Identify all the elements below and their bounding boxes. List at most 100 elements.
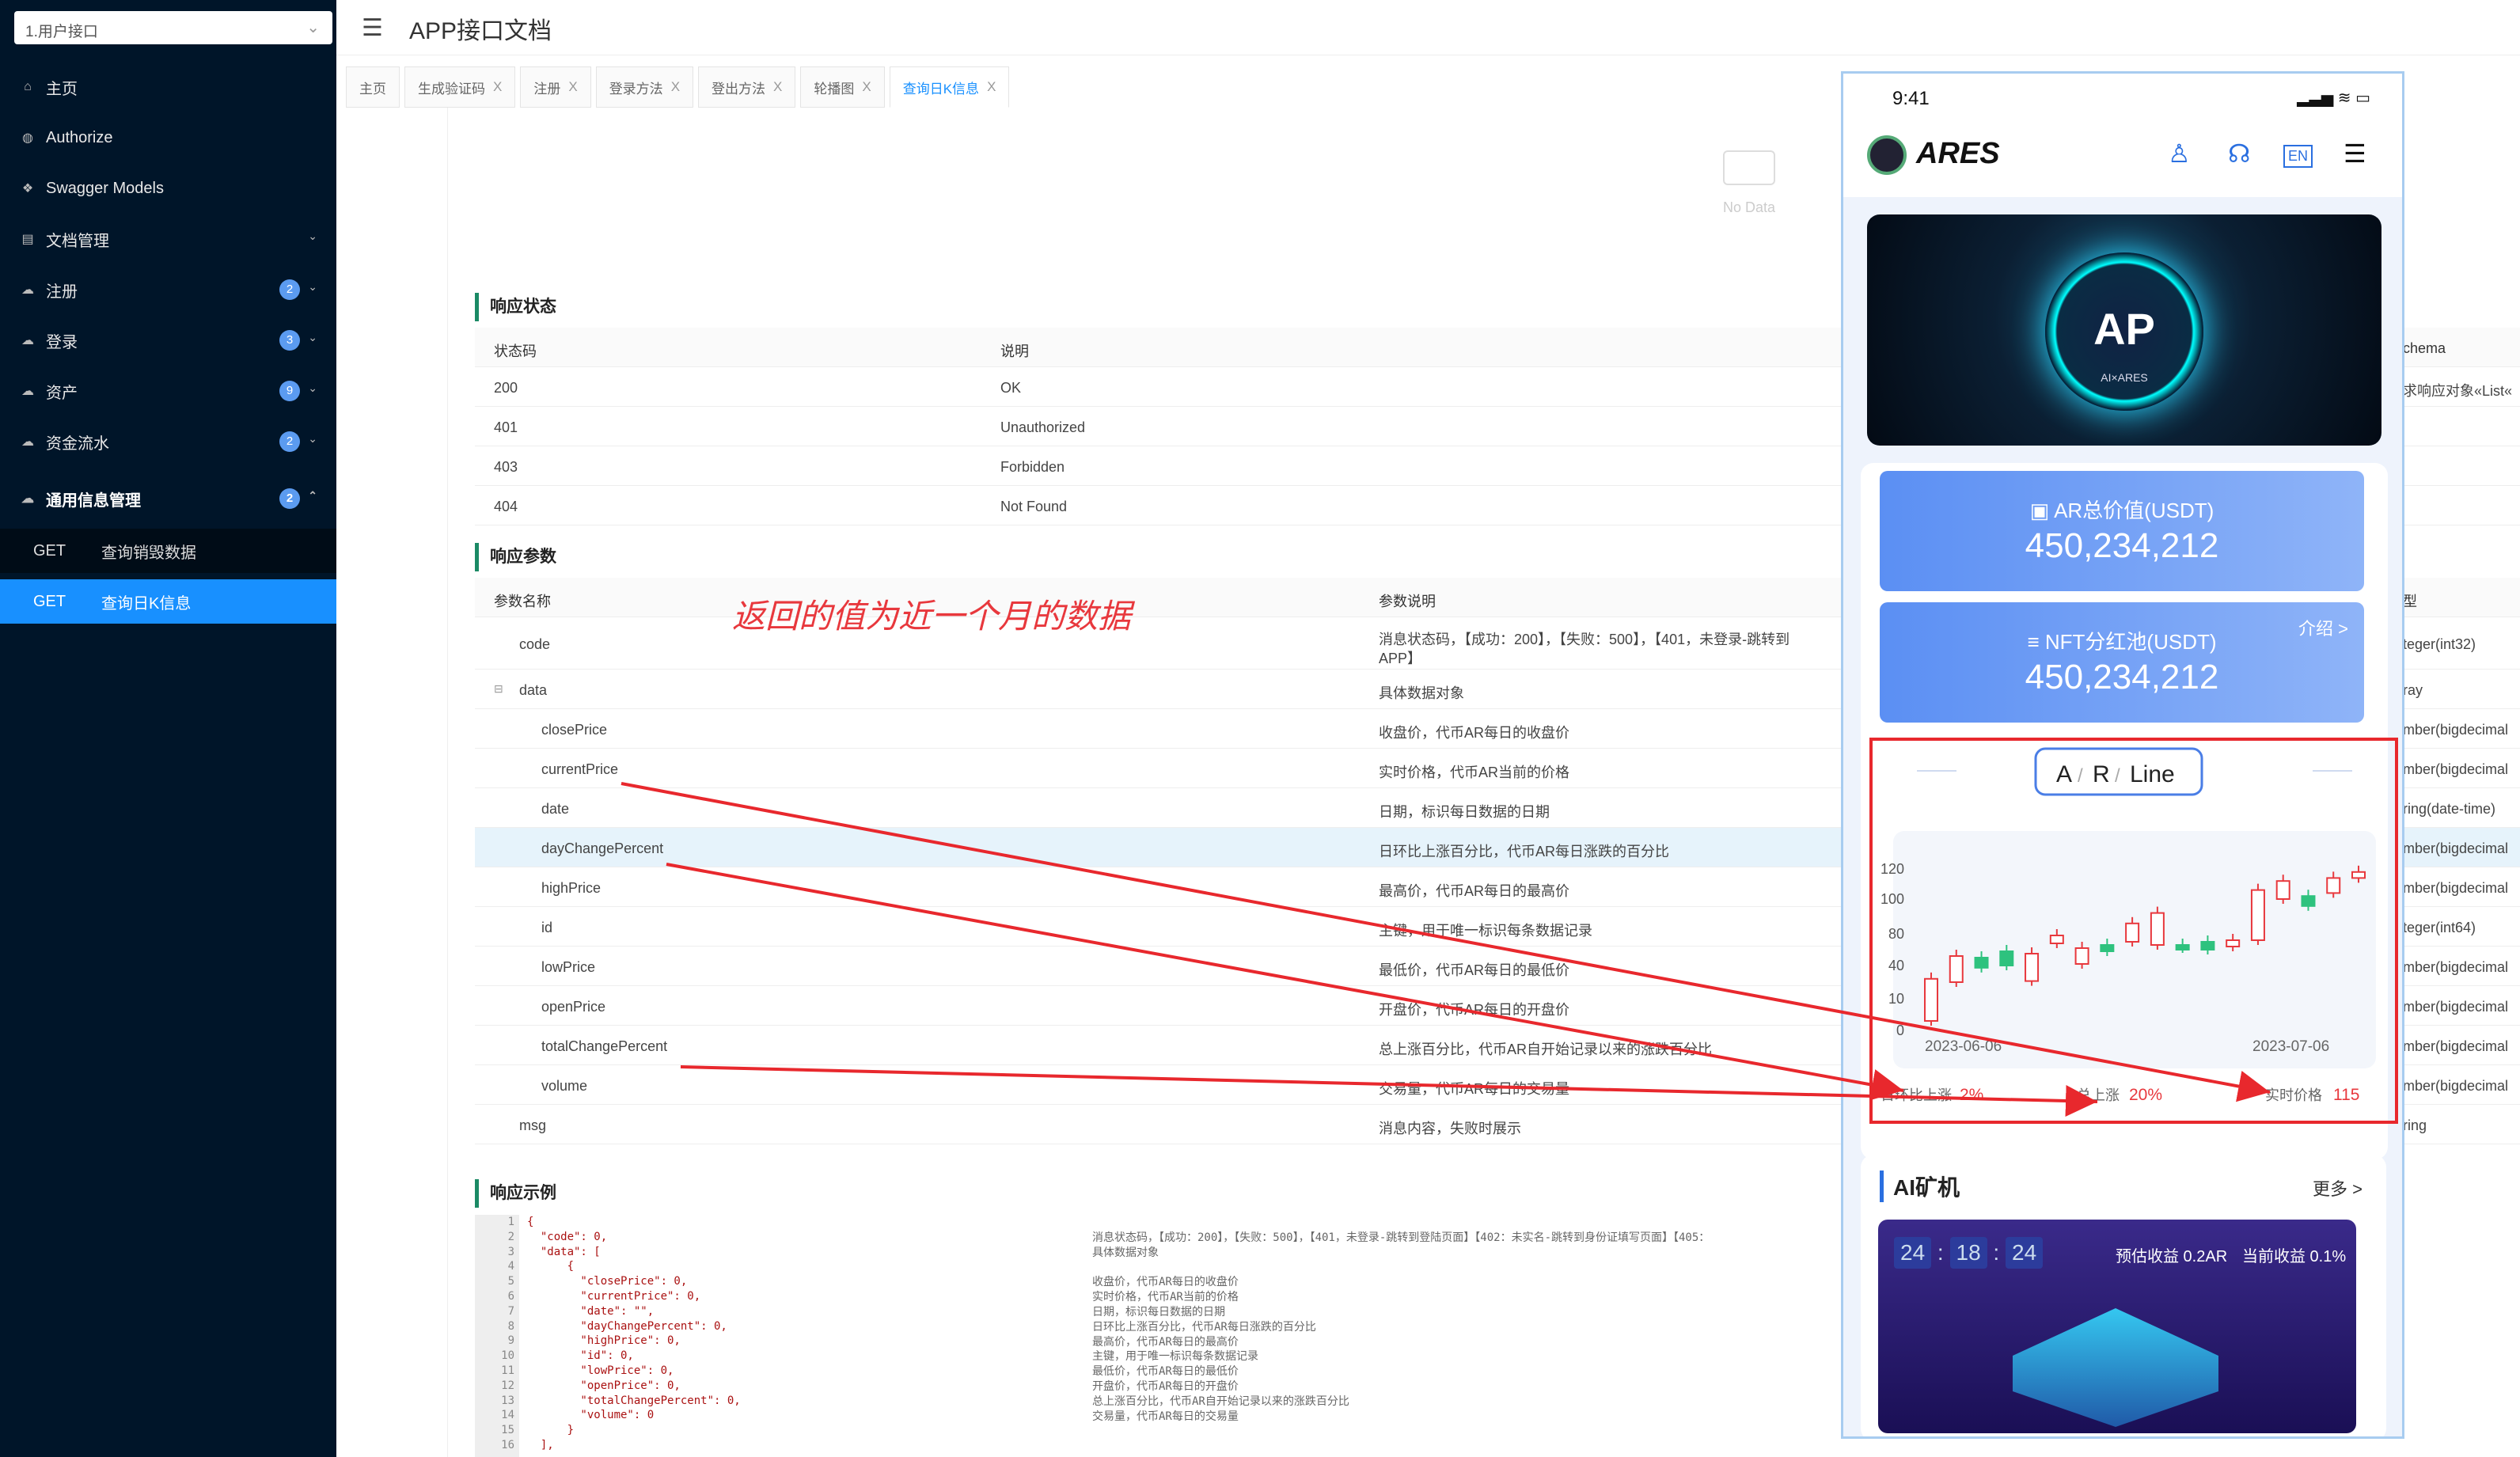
close-icon[interactable]: X (987, 79, 996, 95)
param-desc: 日期，标识每日数据的日期 (1379, 804, 1550, 820)
tab-carousel[interactable]: 轮播图 X (800, 66, 885, 108)
banner-image[interactable]: AP AI×ARES (1867, 214, 2381, 446)
logo-icon (1867, 135, 1907, 175)
timer-seconds: 24 (2006, 1237, 2044, 1269)
param-type: ray (2403, 682, 2423, 698)
tab-label: 注册 (533, 81, 561, 97)
col-header: 参数名称 (494, 594, 551, 609)
param-type: mber(bigdecimal (2403, 959, 2509, 975)
banner-label: AI×ARES (2101, 371, 2148, 384)
empty-state: No Data (1717, 150, 1781, 216)
count-badge: 3 (279, 330, 300, 351)
param-name: openPrice (541, 999, 606, 1015)
language-icon[interactable]: EN (2283, 145, 2313, 168)
tab-register[interactable]: 注册 X (520, 66, 591, 108)
sidebar-item-label: 通用信息管理 (46, 491, 141, 510)
chevron-down-icon: ⌄ (308, 230, 317, 242)
sidebar-item-login[interactable]: ☁ 登录 3 ⌄ (0, 315, 336, 366)
col-header: 参数说明 (1379, 594, 1436, 609)
sidebar-sub-destroy-data[interactable]: GET 查询销毁数据 (0, 529, 336, 573)
sidebar-item-authorize[interactable]: ◍ Authorize (0, 112, 336, 163)
cloud-icon: ☁ (21, 492, 34, 506)
headset-icon[interactable]: ☊ (2228, 138, 2250, 169)
timer-minutes: 18 (1949, 1237, 1987, 1269)
param-name: msg (519, 1117, 547, 1133)
param-desc: 消息状态码，【成功：200】，【失败：500】，【401，未登录-跳转到 (1379, 632, 1790, 647)
param-name: highPrice (541, 880, 602, 896)
sidebar-item-common-info[interactable]: ☁ 通用信息管理 2 ⌃ (0, 473, 336, 524)
tab-login[interactable]: 登录方法 X (595, 66, 694, 108)
tab-home[interactable]: 主页 (346, 66, 400, 108)
intro-link[interactable]: 介绍 > (2298, 615, 2348, 640)
card-label: NFT分红池(USDT) (2044, 630, 2217, 654)
cloud-icon: ☁ (21, 385, 34, 398)
param-type: mber(bigdecimal (2403, 1038, 2509, 1054)
chevron-down-icon: ⌄ (308, 381, 317, 394)
close-icon[interactable]: X (862, 79, 871, 95)
param-type: mber(bigdecimal (2403, 880, 2509, 896)
cell: OK (1000, 380, 1022, 396)
count-badge: 2 (279, 431, 300, 452)
tab-daily-k[interactable]: 查询日K信息 X (889, 66, 1010, 108)
param-name: volume (541, 1078, 588, 1094)
param-name: lowPrice (541, 959, 596, 975)
sidebar-item-docs[interactable]: ▤ 文档管理 ⌄ (0, 214, 336, 264)
param-name: id (541, 920, 553, 935)
sidebar-item-home[interactable]: ⌂ 主页 (0, 62, 336, 112)
collapse-icon[interactable]: ⊟ (494, 682, 503, 696)
param-type: mber(bigdecimal (2403, 722, 2509, 738)
sidebar-sub-daily-k[interactable]: GET 查询日K信息 (0, 579, 336, 624)
group-select[interactable]: 1.用户接口 ⌄ (14, 11, 332, 44)
chevron-up-icon: ⌃ (308, 489, 317, 502)
sidebar-item-models[interactable]: ❖ Swagger Models (0, 163, 336, 214)
param-name: totalChangePercent (541, 1038, 668, 1054)
clock: 9:41 (1892, 88, 1930, 109)
tab-label: 查询日K信息 (902, 81, 980, 97)
chevron-down-icon: ⌄ (306, 19, 320, 36)
close-icon[interactable]: X (568, 79, 577, 95)
tab-captcha[interactable]: 生成验证码 X (404, 66, 516, 108)
col-header: 状态码 (494, 343, 537, 359)
authorize-icon: ◍ (22, 131, 33, 145)
sidebar-item-label: Swagger Models (46, 179, 164, 197)
close-icon[interactable]: X (671, 79, 680, 95)
col-header: chema (2403, 340, 2446, 356)
close-icon[interactable]: X (493, 79, 502, 95)
tab-label: 生成验证码 (418, 81, 485, 97)
menu-fold-icon[interactable]: ☰ (362, 14, 383, 42)
miner-card[interactable]: 24 : 18 : 24 预估收益 0.2AR 当前收益 0.1% (1878, 1220, 2356, 1433)
group-select-value: 1.用户接口 (25, 24, 98, 40)
sidebar-item-fund-flow[interactable]: ☁ 资金流水 2 ⌄ (0, 416, 336, 467)
sidebar-sub-label: 查询销毁数据 (101, 544, 196, 562)
cloud-icon: ☁ (21, 283, 34, 297)
param-name: code (519, 636, 551, 652)
param-name: closePrice (541, 722, 608, 738)
close-icon[interactable]: X (773, 79, 782, 95)
cell: Forbidden (1000, 459, 1065, 475)
tab-logout[interactable]: 登出方法 X (698, 66, 796, 108)
param-desc: 消息内容，失败时展示 (1379, 1121, 1521, 1136)
more-link[interactable]: 更多 > (2313, 1175, 2362, 1201)
sidebar-item-register[interactable]: ☁ 注册 2 ⌄ (0, 264, 336, 315)
param-desc: 最高价，代币AR每日的最高价 (1379, 883, 1570, 899)
param-type: mber(bigdecimal (2403, 840, 2509, 856)
param-name: date (541, 801, 570, 817)
param-type: mber(bigdecimal (2403, 999, 2509, 1015)
cell: Unauthorized (1000, 419, 1086, 435)
sidebar-item-label: Authorize (46, 128, 113, 146)
brand-name: ARES (1916, 137, 2000, 170)
menu-icon[interactable]: ☰ (2344, 138, 2366, 169)
doc-icon: ▤ (21, 233, 34, 246)
param-desc: 总上涨百分比，代币AR自开始记录以来的涨跌百分比 (1379, 1042, 1713, 1057)
param-desc-cont: APP】 (1379, 651, 1422, 666)
sidebar-item-label: 资产 (46, 384, 78, 402)
sidebar-item-assets[interactable]: ☁ 资产 9 ⌄ (0, 366, 336, 416)
sidebar-sub-label: 查询日K信息 (101, 594, 192, 613)
user-icon[interactable]: ♙ (2168, 138, 2191, 169)
cell: Not Found (1000, 499, 1068, 514)
param-desc: 最低价，代币AR每日的最低价 (1379, 962, 1570, 978)
section-title: 响应示例 (475, 1179, 556, 1208)
card-value: 450,234,212 (2025, 526, 2219, 565)
tab-label: 登出方法 (712, 81, 766, 97)
param-name: dayChangePercent (541, 840, 664, 856)
